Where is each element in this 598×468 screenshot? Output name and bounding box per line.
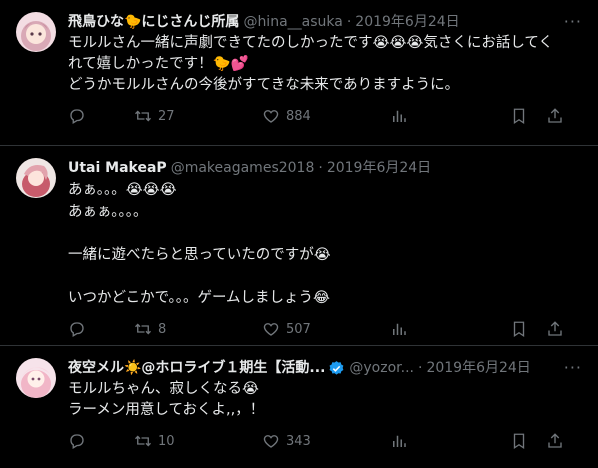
tweet-2[interactable]: Utai MakeaP @makeagames2018 · 2019年6月24日… <box>0 146 598 346</box>
text-line: ラーメン用意しておくよ,,，！ <box>68 402 265 418</box>
display-name[interactable]: 夜空メル☀️@ホロライブ１期生【活動... <box>68 358 325 378</box>
share-icon <box>548 321 562 336</box>
share-icon <box>548 433 562 448</box>
tweet-3[interactable]: 夜空メル☀️@ホロライブ１期生【活動... @yozor... · 2019年6… <box>0 346 598 468</box>
handle[interactable]: @hina__asuka <box>243 12 342 32</box>
reply-button[interactable] <box>68 320 134 338</box>
bookmark-icon <box>513 321 525 338</box>
reply-button[interactable] <box>68 432 134 450</box>
avatar[interactable] <box>16 12 56 52</box>
reply-icon <box>70 434 84 449</box>
text-line: どうかモルルさんの今後がすてきな未来でありますように。 <box>68 77 460 93</box>
separator-dot: · <box>346 14 352 30</box>
retweet-button[interactable]: 27 <box>134 107 262 125</box>
views-button[interactable] <box>390 320 510 338</box>
display-name[interactable]: 飛鳥ひな🐤にじさんじ所属 <box>68 12 239 32</box>
retweet-icon <box>135 435 151 447</box>
text-line <box>68 223 582 244</box>
tweet-text: あぁ。。。😭😭😭 あぁぁ。。。。 一緒に遊べたらと思っていたのですが😭 いつかど… <box>68 179 582 309</box>
separator-dot: · <box>417 360 423 376</box>
timestamp[interactable]: 2019年6月24日 <box>355 12 459 32</box>
heart-icon <box>263 110 279 123</box>
handle[interactable]: @makeagames2018 <box>171 158 315 178</box>
share-button[interactable] <box>546 432 564 450</box>
retweet-button[interactable]: 8 <box>134 320 262 338</box>
views-button[interactable] <box>390 432 510 450</box>
action-bar: 10 343 <box>68 421 582 461</box>
analytics-icon <box>393 435 406 447</box>
tweet-1[interactable]: 飛鳥ひな🐤にじさんじ所属 @hina__asuka · 2019年6月24日 ·… <box>0 0 598 146</box>
action-bar: 27 884 <box>68 96 582 136</box>
action-bar: 8 507 <box>68 309 582 349</box>
share-icon <box>548 108 562 123</box>
tweet-text: モルルさん一緒に声劇できてたのしかったです😭😭😭気さくにお話してく れて嬉しかっ… <box>68 33 582 96</box>
heart-icon <box>263 323 279 336</box>
bookmark-icon <box>513 108 525 125</box>
retweet-button[interactable]: 10 <box>134 432 262 450</box>
avatar[interactable] <box>16 158 56 198</box>
heart-icon <box>263 435 279 448</box>
tweet-text: モルルちゃん、寂しくなる😭 ラーメン用意しておくよ,,，！ <box>68 379 582 421</box>
avatar[interactable] <box>16 358 56 398</box>
reply-icon <box>70 322 84 337</box>
tweet-header: 飛鳥ひな🐤にじさんじ所属 @hina__asuka · 2019年6月24日 <box>68 12 582 32</box>
retweet-count: 27 <box>158 108 175 124</box>
bookmark-icon <box>513 433 525 450</box>
text-line: あぁ。。。😭😭😭 <box>68 182 177 198</box>
bookmark-button[interactable] <box>510 107 546 125</box>
retweet-icon <box>135 110 151 122</box>
like-button[interactable]: 507 <box>262 320 390 338</box>
retweet-icon <box>135 323 151 335</box>
display-name[interactable]: Utai MakeaP <box>68 158 167 178</box>
like-count: 507 <box>286 321 311 337</box>
timestamp[interactable]: 2019年6月24日 <box>426 358 530 378</box>
text-line: 一緒に遊べたらと思っていたのですが😭 <box>68 247 331 263</box>
more-icon[interactable]: ··· <box>564 358 582 378</box>
like-count: 884 <box>286 108 311 124</box>
bookmark-button[interactable] <box>510 320 546 338</box>
tweet-header: Utai MakeaP @makeagames2018 · 2019年6月24日 <box>68 158 582 178</box>
views-button[interactable] <box>390 107 510 125</box>
retweet-count: 10 <box>158 433 175 449</box>
handle[interactable]: @yozor... <box>349 358 414 378</box>
like-button[interactable]: 884 <box>262 107 390 125</box>
reply-icon <box>70 109 84 124</box>
retweet-count: 8 <box>158 321 167 337</box>
share-button[interactable] <box>546 320 564 338</box>
more-icon[interactable]: ··· <box>564 12 582 32</box>
reply-button[interactable] <box>68 107 134 125</box>
share-button[interactable] <box>546 107 564 125</box>
text-line: あぁぁ。。。。 <box>68 204 148 220</box>
text-line: れて嬉しかったです！🐤💕 <box>68 56 249 72</box>
separator-dot: · <box>318 160 323 176</box>
verified-badge-icon <box>329 360 344 375</box>
text-line <box>68 266 582 287</box>
analytics-icon <box>393 110 406 122</box>
bookmark-button[interactable] <box>510 432 546 450</box>
text-line: モルルちゃん、寂しくなる😭 <box>68 381 259 397</box>
like-button[interactable]: 343 <box>262 432 390 450</box>
text-line: いつかどこかで。。。ゲームしましょう😂 <box>68 290 330 306</box>
like-count: 343 <box>286 433 311 449</box>
analytics-icon <box>393 323 406 335</box>
tweet-header: 夜空メル☀️@ホロライブ１期生【活動... @yozor... · 2019年6… <box>68 358 582 378</box>
text-line: モルルさん一緒に声劇できてたのしかったです😭😭😭気さくにお話してく <box>68 35 553 51</box>
timestamp[interactable]: 2019年6月24日 <box>327 158 431 178</box>
